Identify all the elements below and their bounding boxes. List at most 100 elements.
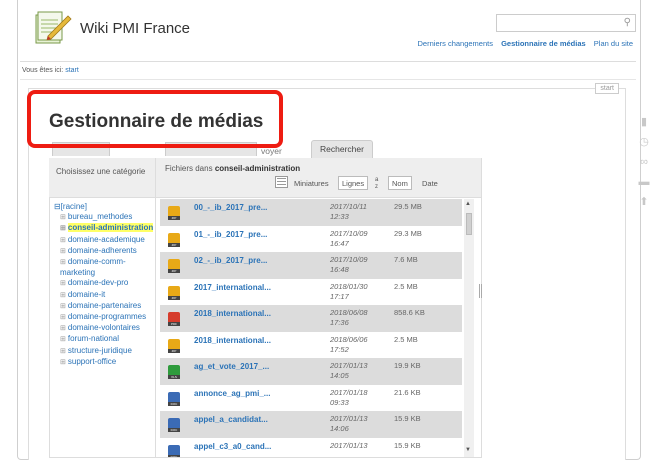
thumbnails-view-icon[interactable] (275, 176, 288, 188)
breadcrumb-link-start[interactable]: start (65, 67, 79, 74)
zip-icon[interactable]: ZIP (168, 232, 180, 247)
tree-item-label[interactable]: domaine-dev-pro (68, 278, 128, 287)
tree-item-label[interactable]: domaine-comm-marketing (60, 257, 126, 277)
tree-item[interactable]: ⊞ domaine-programmes (54, 312, 154, 323)
expand-icon[interactable]: ⊞ (60, 259, 66, 266)
site-title[interactable]: Wiki PMI France (80, 20, 190, 37)
zip-icon[interactable]: ZIP (168, 338, 180, 353)
expand-icon[interactable]: ⊞ (60, 303, 66, 310)
expand-icon[interactable]: ⊞ (60, 280, 66, 287)
expand-icon[interactable]: ⊞ (60, 237, 66, 244)
tree-item-label[interactable]: domaine-volontaires (68, 323, 140, 332)
tree-item[interactable]: ⊞ domaine-academique (54, 235, 154, 246)
file-row[interactable]: ZIP 2017_international... 2018/01/30 17:17 2… (160, 279, 462, 306)
xls-icon[interactable]: XLS (168, 365, 180, 379)
tree-item[interactable]: ⊞ domaine-it (54, 290, 154, 301)
tree-item[interactable]: ⊞ forum-national (54, 334, 154, 345)
tree-item[interactable]: ⊞ domaine-volontaires (54, 323, 154, 334)
file-name-link[interactable]: 01_-_ib_2017_pre... (194, 230, 267, 239)
file-name-link[interactable]: annonce_ag_pmi_... (194, 389, 270, 398)
tree-item[interactable]: ⊞ domaine-partenaires (54, 301, 154, 312)
sort-by-date-button[interactable]: Date (418, 176, 442, 190)
zip-icon[interactable]: ZIP (168, 285, 180, 300)
sitemap-link[interactable]: Plan du site (594, 39, 633, 48)
tree-item-label[interactable]: forum-national (68, 334, 119, 343)
tree-item[interactable]: ⊞ domaine-comm-marketing (54, 257, 154, 278)
file-name-link[interactable]: 2018_international... (194, 309, 271, 318)
show-page-icon[interactable]: ▮ (638, 116, 650, 128)
pdf-icon[interactable]: PDF (168, 312, 180, 326)
expand-icon[interactable]: ⊞ (60, 359, 66, 366)
tree-item-label[interactable]: bureau_methodes (68, 212, 133, 221)
doc-icon[interactable]: DOC (168, 418, 180, 432)
tree-item-label[interactable]: conseil-administration (67, 223, 154, 233)
file-name-link[interactable]: 2018_international... (194, 336, 271, 345)
zip-icon[interactable]: ZIP (168, 206, 180, 220)
tree-item-label[interactable]: domaine-partenaires (68, 301, 141, 310)
file-row[interactable]: ZIP 01_-_ib_2017_pre... 2017/10/09 16:47 29.… (160, 226, 462, 253)
tree-item[interactable]: ⊞ support-office (54, 357, 154, 368)
recent-changes-link[interactable]: Derniers changements (418, 39, 493, 48)
search-input[interactable]: ⚲ (496, 14, 636, 32)
doc-icon[interactable]: DOC (168, 391, 180, 406)
tree-item-label[interactable]: structure-juridique (68, 346, 132, 355)
tree-item[interactable]: ⊞ structure-juridique (54, 346, 154, 357)
back-to-top-icon[interactable]: ⬆ (638, 196, 650, 208)
rows-view-button[interactable]: Lignes (338, 176, 369, 190)
tree-item-label[interactable]: domaine-academique (68, 235, 145, 244)
expand-icon[interactable]: ⊞ (60, 325, 66, 332)
search-icon[interactable]: ⚲ (624, 17, 631, 28)
file-row[interactable]: ZIP 00_-_ib_2017_pre... 2017/10/11 12:33 29.… (160, 199, 462, 226)
expand-icon[interactable]: ⊞ (60, 214, 66, 221)
doc-icon[interactable]: DOC (168, 444, 180, 457)
expand-icon[interactable]: ⊞ (60, 314, 66, 321)
media-manager-icon[interactable]: ▬ (638, 176, 650, 188)
scroll-thumb[interactable] (466, 213, 472, 235)
sort-az-icon[interactable]: az (371, 176, 385, 190)
file-name-link[interactable]: 2017_international... (194, 283, 271, 292)
file-name-link[interactable]: 02_-_ib_2017_pre... (194, 256, 267, 265)
thumbnails-view-button[interactable]: Miniatures (290, 176, 333, 190)
expand-icon[interactable]: ⊞ (60, 248, 66, 255)
media-manager-link[interactable]: Gestionnaire de médias (501, 39, 586, 48)
tree-item[interactable]: ⊞ conseil-administration (54, 223, 154, 234)
tree-item-label[interactable]: support-office (68, 357, 116, 366)
sort-by-name-button[interactable]: Nom (388, 176, 412, 190)
file-row[interactable]: XLS ag_et_vote_2017_... 2017/01/13 14:05 19.… (160, 358, 462, 385)
file-row[interactable]: PDF 2018_international... 2018/06/08 17:36 8… (160, 305, 462, 332)
file-row[interactable]: ZIP 2018_international... 2018/06/06 17:52 2… (160, 332, 462, 359)
panel-resize-handle[interactable] (479, 284, 482, 298)
scroll-up-icon[interactable]: ▲ (465, 201, 471, 207)
file-name-link[interactable]: ag_et_vote_2017_... (194, 362, 269, 371)
file-row[interactable]: DOC annonce_ag_pmi_... 2017/01/18 09:33 21.6… (160, 385, 462, 412)
file-date: 2017/10/09 16:48 (330, 255, 368, 275)
tree-item[interactable]: ⊞ domaine-adherents (54, 246, 154, 257)
zip-icon[interactable]: ZIP (168, 259, 180, 273)
revisions-icon[interactable]: ◷ (638, 136, 650, 148)
tree-item[interactable]: ⊞ domaine-dev-pro (54, 278, 154, 289)
tree-item-label[interactable]: domaine-it (68, 290, 105, 299)
tree-item-label[interactable]: domaine-adherents (68, 246, 137, 255)
page-tools: ▮ ◷ ∞ ▬ ⬆ (638, 116, 652, 216)
file-row[interactable]: ZIP 02_-_ib_2017_pre... 2017/10/09 16:48 7.6… (160, 252, 462, 279)
file-row[interactable]: DOC appel_c3_a0_cand... 2017/01/13 15.9 KB (160, 438, 462, 457)
tree-item-label[interactable]: [racine] (61, 202, 87, 211)
file-name-link[interactable]: 00_-_ib_2017_pre... (194, 203, 267, 212)
file-name-link[interactable]: appel_c3_a0_cand... (194, 442, 271, 451)
expand-icon[interactable]: ⊞ (60, 225, 66, 232)
file-list-scrollbar[interactable]: ▲ ▼ (464, 199, 474, 457)
scroll-down-icon[interactable]: ▼ (465, 447, 471, 453)
expand-icon[interactable]: ⊞ (60, 336, 66, 343)
tab-search[interactable]: Rechercher (311, 140, 373, 158)
expand-icon[interactable]: ⊞ (60, 348, 66, 355)
file-row[interactable]: DOC appel_a_candidat... 2017/01/13 14:06 15.… (160, 411, 462, 438)
file-name-link[interactable]: appel_a_candidat... (194, 415, 268, 424)
expand-icon[interactable]: ⊞ (60, 292, 66, 299)
collapse-icon[interactable]: ⊟ (54, 202, 61, 211)
wiki-logo-icon[interactable] (34, 10, 72, 46)
file-type-label: DOC (168, 428, 180, 432)
tree-item[interactable]: ⊟[racine] (54, 202, 154, 212)
backlinks-icon[interactable]: ∞ (638, 156, 650, 168)
tree-item[interactable]: ⊞ bureau_methodes (54, 212, 154, 223)
tree-item-label[interactable]: domaine-programmes (68, 312, 146, 321)
